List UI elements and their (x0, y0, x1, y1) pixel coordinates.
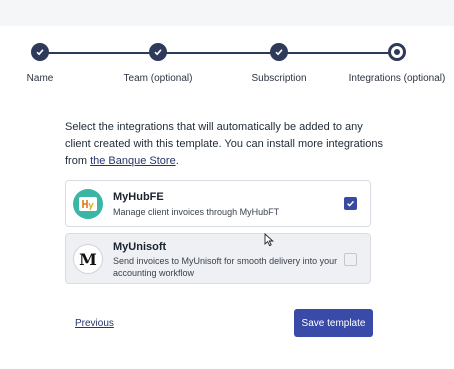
step-label-integrations: Integrations (optional) (348, 73, 446, 84)
myunisoft-checkbox[interactable] (344, 253, 357, 266)
integration-description: Manage client invoices through MyHubFT (113, 207, 280, 217)
myunisoft-logo-icon: M (73, 244, 103, 274)
mouse-cursor-icon (264, 233, 274, 247)
top-bar (0, 0, 454, 26)
step-subscription-check-icon[interactable] (270, 43, 288, 61)
step-label-team: Team (optional) (123, 73, 193, 84)
myhubfe-logo-icon (73, 189, 103, 219)
myunisoft-logo-letter: M (79, 249, 97, 269)
intro-text-after: . (175, 155, 179, 167)
step-label-name: Name (26, 73, 54, 84)
stepper-line (279, 52, 397, 54)
integration-name: MyHubFE (113, 191, 164, 203)
previous-link[interactable]: Previous (75, 318, 114, 329)
myhubfe-checkbox[interactable] (344, 197, 357, 210)
stepper: Name Team (optional) Subscription Integr… (0, 42, 454, 92)
step-label-subscription: Subscription (251, 73, 307, 84)
stepper-line (40, 52, 158, 54)
stepper-line (158, 52, 279, 54)
step-integrations-current-icon[interactable] (388, 43, 406, 61)
step-team-check-icon[interactable] (149, 43, 167, 61)
save-template-button[interactable]: Save template (294, 309, 373, 337)
integration-card-myhubfe[interactable]: MyHubFE Manage client invoices through M… (65, 180, 371, 227)
integration-name: MyUnisoft (113, 241, 167, 253)
banque-store-link[interactable]: the Banque Store (90, 155, 176, 167)
integration-card-myunisoft[interactable]: M MyUnisoft Send invoices to MyUnisoft f… (65, 233, 371, 284)
checkmark-icon (347, 200, 355, 207)
intro-text: Select the integrations that will automa… (65, 119, 385, 170)
step-name-check-icon[interactable] (31, 43, 49, 61)
integration-description: Send invoices to MyUnisoft for smooth de… (113, 256, 338, 278)
